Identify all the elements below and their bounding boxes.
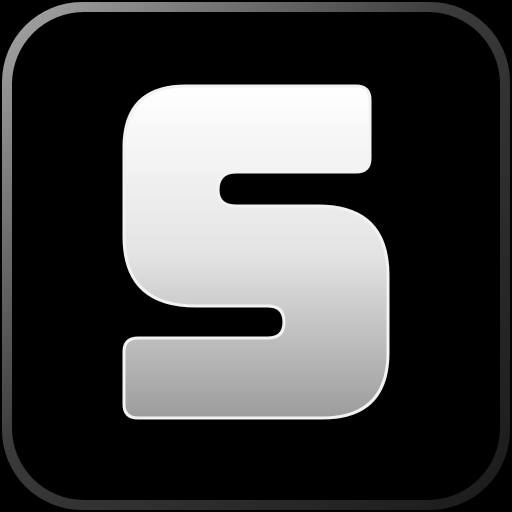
app-icon[interactable] (0, 0, 512, 512)
s-logo-icon (2, 2, 510, 510)
s-glyph (122, 84, 390, 420)
